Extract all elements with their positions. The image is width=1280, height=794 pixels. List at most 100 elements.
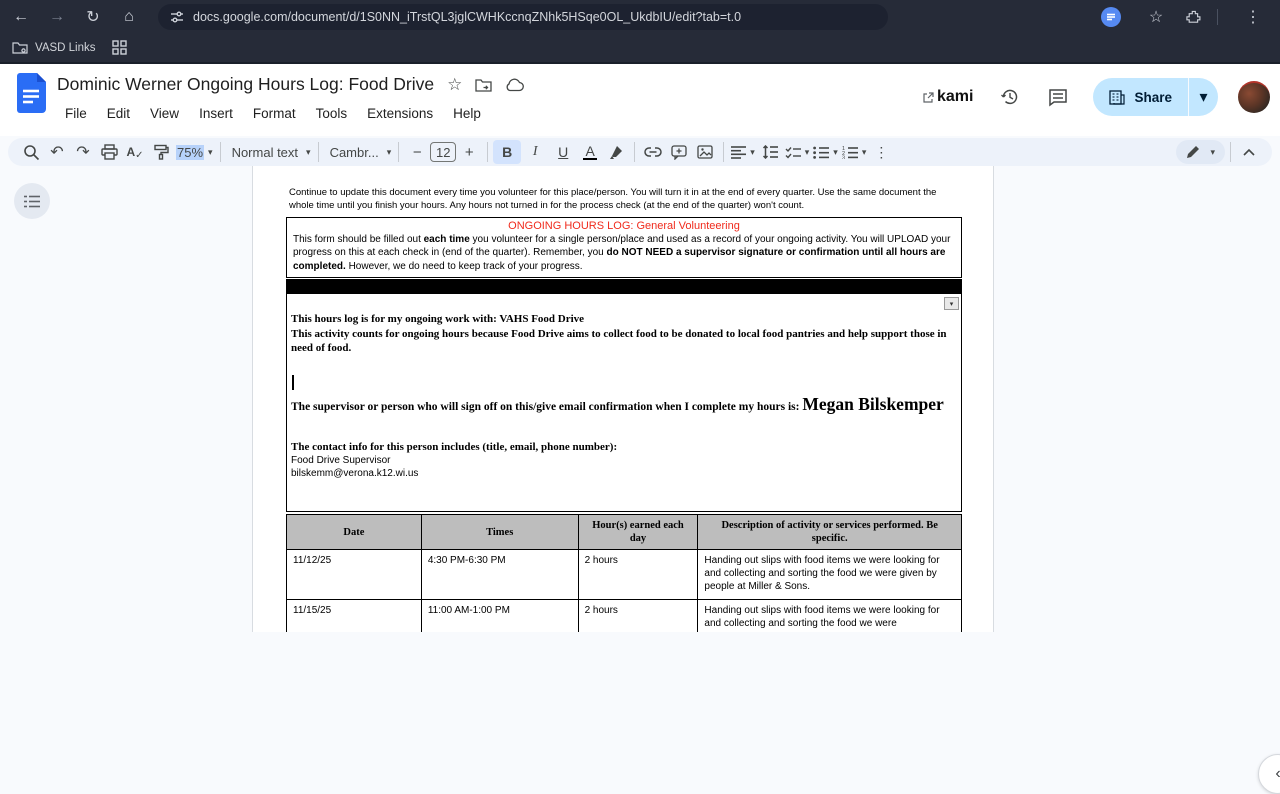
browser-menu-icon[interactable]: ⋮ xyxy=(1238,4,1268,30)
intro-paragraph: Continue to update this document every t… xyxy=(289,187,937,211)
cell-hours[interactable]: 2 hours xyxy=(577,549,699,600)
share-dropdown-icon[interactable]: ▾ xyxy=(1188,78,1218,116)
version-history-icon[interactable] xyxy=(991,80,1029,114)
line-spacing-icon[interactable] xyxy=(757,140,783,164)
contact-info: The contact info for this person include… xyxy=(291,440,951,480)
highlight-color-icon[interactable] xyxy=(603,140,629,164)
share-button[interactable]: Share xyxy=(1093,78,1188,116)
kami-extension-button[interactable]: kami xyxy=(923,88,973,106)
menu-file[interactable]: File xyxy=(57,104,95,123)
kami-label: kami xyxy=(937,88,974,105)
cell-date[interactable]: 11/15/25 xyxy=(286,599,422,632)
apps-grid-icon[interactable] xyxy=(111,40,127,55)
document-page[interactable]: Continue to update this document every t… xyxy=(252,166,994,632)
table-row[interactable]: 11/12/25 4:30 PM-6:30 PM 2 hours Handing… xyxy=(286,549,962,600)
forward-icon[interactable]: → xyxy=(42,4,72,30)
hours-log-header-box: ONGOING HOURS LOG: General Volunteering … xyxy=(286,217,962,279)
paragraph-style-select[interactable]: Normal text ▾ xyxy=(226,140,313,164)
spellcheck-icon[interactable]: A ✓ xyxy=(122,140,148,164)
hide-menus-icon[interactable] xyxy=(1236,140,1262,164)
extensions-icon[interactable] xyxy=(1185,8,1203,26)
font-select[interactable]: Cambr... ▾ xyxy=(324,140,394,164)
underline-button[interactable]: U xyxy=(549,140,577,164)
numbered-list-icon[interactable]: 1 2 3 ▾ xyxy=(840,140,869,164)
topbar-divider xyxy=(1217,8,1218,25)
col-description: Description of activity or services perf… xyxy=(697,514,962,550)
work-line2: This activity counts for ongoing hours b… xyxy=(291,327,947,355)
search-menus-icon[interactable] xyxy=(18,140,44,164)
font-size-decrease[interactable]: − xyxy=(404,140,430,164)
contact-email: bilskemm@verona.k12.wi.us xyxy=(291,468,419,479)
print-icon[interactable] xyxy=(96,140,122,164)
reload-icon[interactable]: ↻ xyxy=(78,4,108,30)
collapse-panel-button[interactable]: ‹ xyxy=(1258,754,1280,794)
document-canvas: Continue to update this document every t… xyxy=(0,166,1280,794)
cell-hours[interactable]: 2 hours xyxy=(577,599,699,632)
svg-text:3: 3 xyxy=(842,155,845,159)
document-title[interactable]: Dominic Werner Ongoing Hours Log: Food D… xyxy=(57,74,434,95)
insert-image-icon[interactable] xyxy=(692,140,718,164)
menu-bar: File Edit View Insert Format Tools Exten… xyxy=(57,104,489,123)
details-cell: ▾ This hours log is for my ongoing work … xyxy=(286,294,962,512)
menu-help[interactable]: Help xyxy=(445,104,489,123)
cell-description[interactable]: Handing out slips with food items we wer… xyxy=(697,599,962,632)
font-size-increase[interactable]: + xyxy=(456,140,482,164)
redo-icon[interactable]: ↷ xyxy=(70,140,96,164)
contact-heading: The contact info for this person include… xyxy=(291,441,618,453)
checklist-icon[interactable]: ▾ xyxy=(783,140,812,164)
hours-log-instructions: This form should be filled out each time… xyxy=(293,234,951,272)
contact-title: Food Drive Supervisor xyxy=(291,455,391,466)
bookmark-star-icon[interactable]: ☆ xyxy=(1141,4,1171,30)
bookmark-folder-vasd-links[interactable]: VASD Links xyxy=(12,41,96,54)
text-cursor xyxy=(292,375,294,390)
cell-times[interactable]: 4:30 PM-6:30 PM xyxy=(420,549,579,600)
menu-format[interactable]: Format xyxy=(245,104,304,123)
work-description: This hours log is for my ongoing work wi… xyxy=(291,312,951,356)
site-settings-icon[interactable] xyxy=(170,10,184,24)
supervisor-name: Megan Bilskemper xyxy=(802,394,944,414)
align-icon[interactable]: ▾ xyxy=(729,140,757,164)
menu-edit[interactable]: Edit xyxy=(99,104,138,123)
menu-extensions[interactable]: Extensions xyxy=(359,104,441,123)
comments-icon[interactable] xyxy=(1039,80,1077,114)
zoom-select[interactable]: 75% ▾ xyxy=(174,140,215,164)
text-color-button[interactable]: A xyxy=(577,140,603,164)
toolbar-more-icon[interactable]: ⋮ xyxy=(868,140,894,164)
home-icon[interactable]: ⌂ xyxy=(114,4,144,30)
menu-view[interactable]: View xyxy=(142,104,187,123)
col-date: Date xyxy=(286,514,422,550)
table-header-row: Date Times Hour(s) earned each day Descr… xyxy=(286,514,962,550)
paint-format-icon[interactable] xyxy=(148,140,174,164)
col-times: Times xyxy=(420,514,579,550)
cell-times[interactable]: 11:00 AM-1:00 PM xyxy=(420,599,579,632)
italic-button[interactable]: I xyxy=(521,140,549,164)
cell-date[interactable]: 11/12/25 xyxy=(286,549,422,600)
bulleted-list-icon[interactable]: ▾ xyxy=(811,140,840,164)
menu-tools[interactable]: Tools xyxy=(308,104,356,123)
black-divider-row xyxy=(286,279,962,294)
docs-side-panel-icon[interactable] xyxy=(1101,6,1121,27)
browser-top-bar: ← → ↻ ⌂ docs.google.com/document/d/1S0NN… xyxy=(0,0,1280,33)
insert-link-icon[interactable] xyxy=(640,140,666,164)
google-docs-logo[interactable] xyxy=(17,73,46,113)
bold-button[interactable]: B xyxy=(493,140,522,164)
menu-insert[interactable]: Insert xyxy=(191,104,241,123)
cloud-status-icon[interactable] xyxy=(505,78,525,92)
add-comment-icon[interactable] xyxy=(666,140,692,164)
work-line1: This hours log is for my ongoing work wi… xyxy=(291,313,585,325)
font-size-value[interactable]: 12 xyxy=(430,142,457,162)
move-folder-icon[interactable] xyxy=(475,78,492,92)
back-icon[interactable]: ← xyxy=(6,4,36,30)
star-icon[interactable]: ☆ xyxy=(447,75,462,95)
docs-header: Dominic Werner Ongoing Hours Log: Food D… xyxy=(0,64,1280,136)
undo-icon[interactable]: ↶ xyxy=(44,140,70,164)
show-outline-button[interactable] xyxy=(14,183,50,219)
editing-mode-button[interactable]: ▾ xyxy=(1176,140,1225,164)
cell-dropdown-icon[interactable]: ▾ xyxy=(944,297,959,310)
cell-description[interactable]: Handing out slips with food items we wer… xyxy=(697,549,962,600)
user-avatar[interactable] xyxy=(1238,81,1270,113)
bookmark-label: VASD Links xyxy=(35,41,96,54)
address-bar[interactable]: docs.google.com/document/d/1S0NN_iTrstQL… xyxy=(158,3,888,30)
table-row[interactable]: 11/15/25 11:00 AM-1:00 PM 2 hours Handin… xyxy=(286,599,962,632)
col-hours: Hour(s) earned each day xyxy=(577,514,699,550)
